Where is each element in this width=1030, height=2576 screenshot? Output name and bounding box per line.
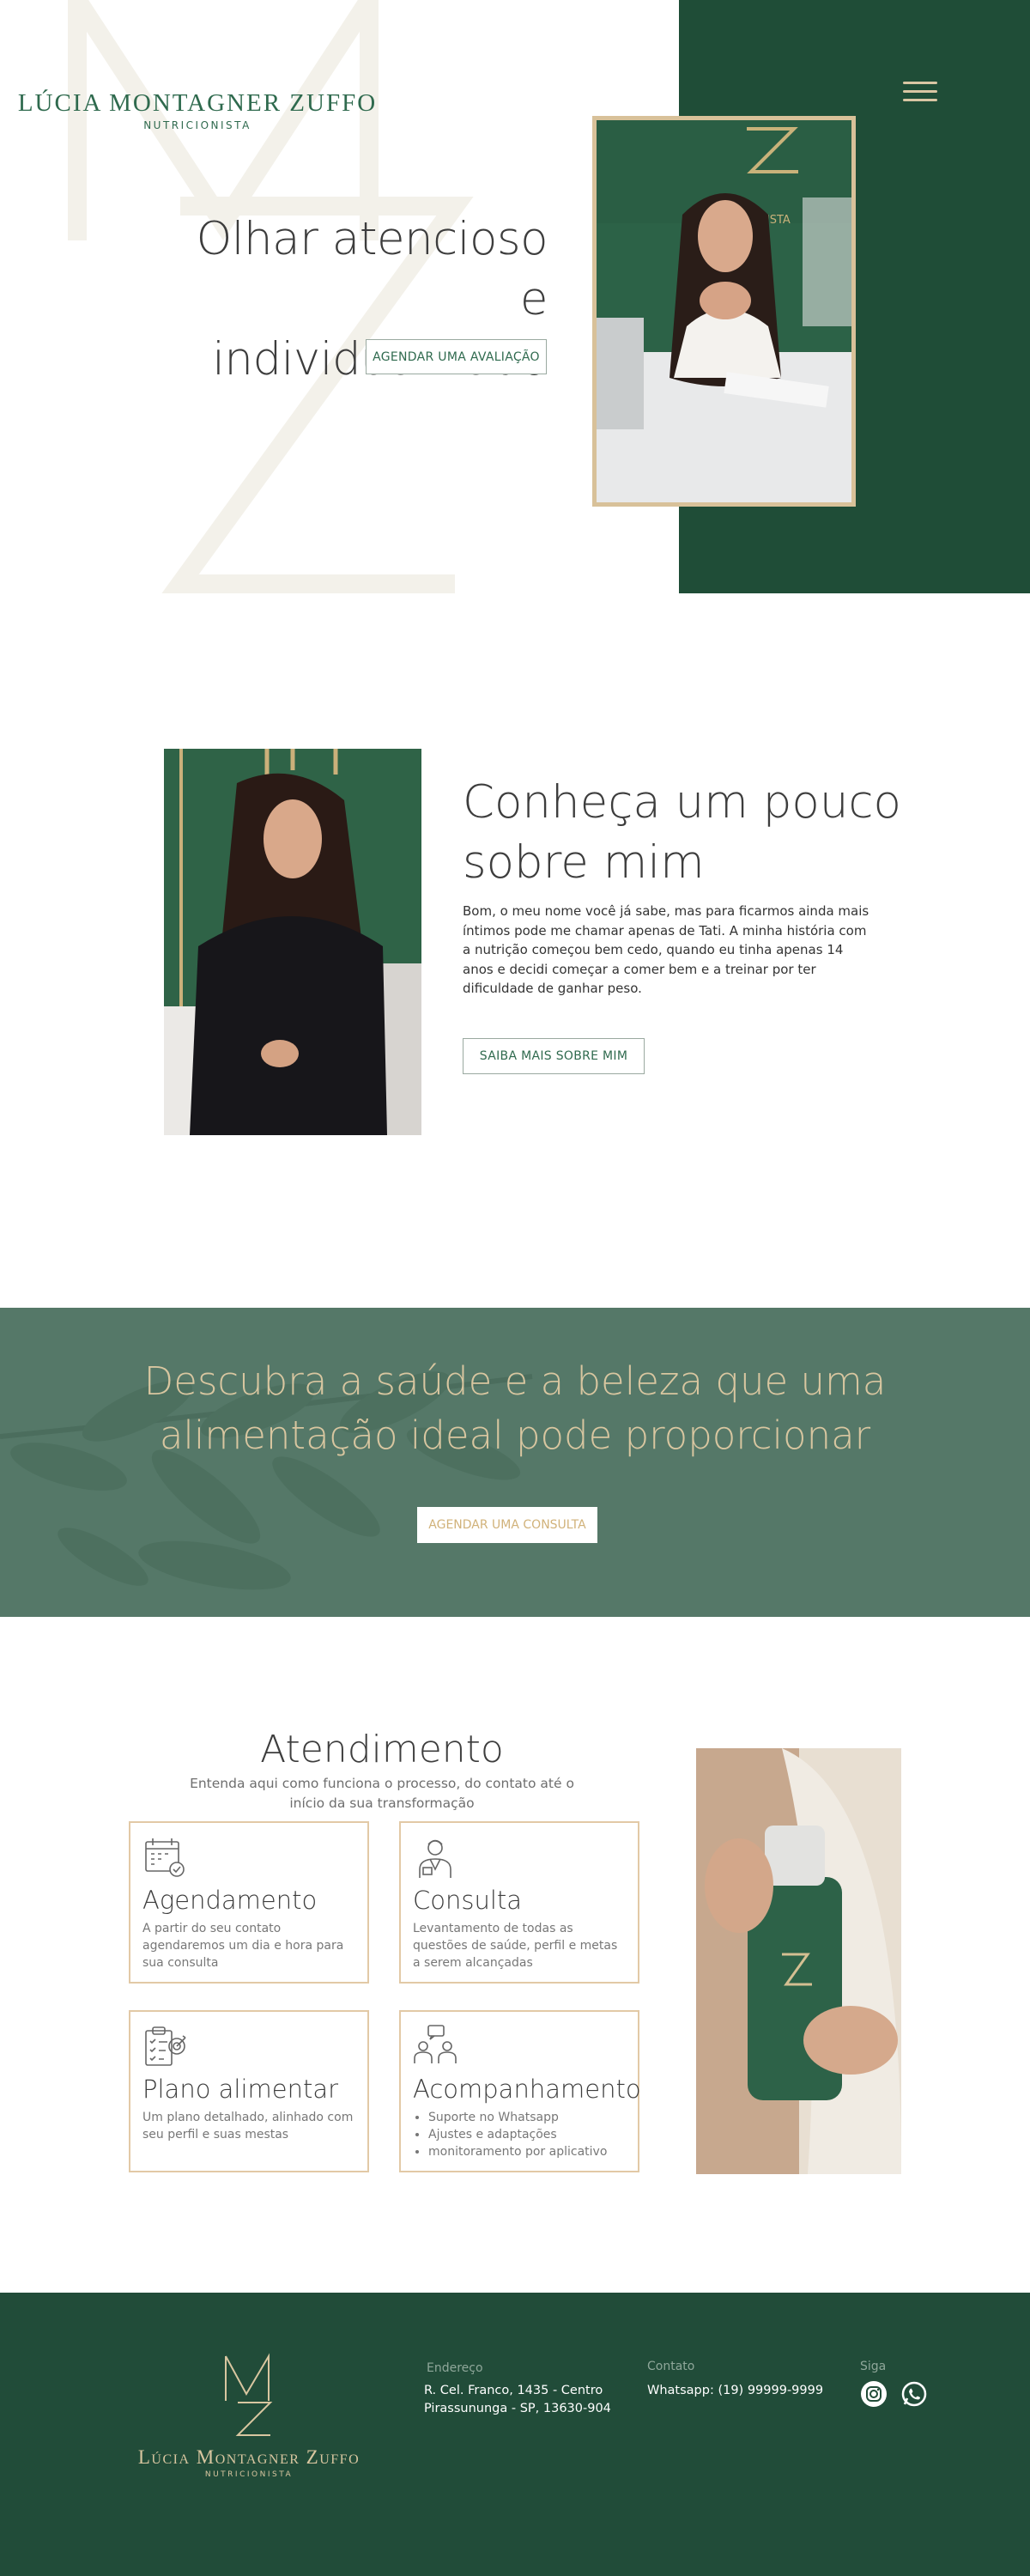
contact-whatsapp[interactable]: Whatsapp: (19) 99999-9999 [647, 2382, 823, 2400]
card-title: Plano alimentar [142, 2075, 339, 2104]
list-item: monitoramento por aplicativo [428, 2143, 626, 2160]
footer-brand-name: Lúcia Montagner Zuffo [137, 2446, 360, 2468]
banner-title: Descubra a saúde e a beleza que uma alim… [86, 1354, 944, 1462]
list-item: Ajustes e adaptações [428, 2126, 626, 2143]
about-more-button[interactable]: SAIBA MAIS SOBRE MIM [463, 1038, 645, 1074]
cta-banner: Descubra a saúde e a beleza que uma alim… [0, 1308, 1030, 1617]
brand-logo[interactable]: LÚCIA MONTAGNER ZUFFO NUTRICIONISTA [15, 89, 379, 131]
instagram-icon[interactable] [860, 2380, 888, 2408]
hero-section: LÚCIA MONTAGNER ZUFFO NUTRICIONISTA Olha… [0, 0, 1030, 601]
about-title: Conheça um pouco sobre mim [463, 773, 943, 893]
card-text: A partir do seu contato agendaremos um d… [142, 1922, 344, 1970]
banner-title-line1: Descubra a saúde e a beleza que uma [143, 1358, 887, 1404]
contact-label: Contato [647, 2360, 695, 2373]
hero-title-line1: Olhar atencioso [196, 213, 548, 265]
card-title: Acompanhamento [413, 2075, 641, 2104]
whatsapp-icon[interactable] [900, 2380, 928, 2408]
card-list: Suporte no Whatsapp Ajustes e adaptações… [413, 2109, 626, 2160]
monogram-icon [225, 2353, 273, 2436]
chat-people-icon [414, 2025, 457, 2063]
footer-logo[interactable]: Lúcia Montagner Zuffo NUTRICIONISTA [112, 2353, 386, 2479]
atendimento-title: Atendimento [260, 1728, 504, 1771]
address-label: Endereço [427, 2361, 483, 2375]
schedule-evaluation-button[interactable]: AGENDAR UMA AVALIAÇÃO [366, 339, 547, 374]
schedule-consult-button[interactable]: AGENDAR UMA CONSULTA [417, 1507, 597, 1543]
list-item: Suporte no Whatsapp [428, 2109, 626, 2126]
doctor-icon [419, 1839, 451, 1878]
card-text: Levantamento de todas as questões de saú… [413, 1922, 618, 1970]
card-acompanhamento: Acompanhamento Suporte no Whatsapp Ajust… [399, 2010, 641, 2172]
follow-label: Siga [860, 2360, 887, 2373]
card-agendamento: Agendamento A partir do seu contato agen… [129, 1821, 369, 1984]
atendimento-subtitle: Entenda aqui como funciona o processo, d… [190, 1776, 574, 1811]
hero-photo: CIONISTA [592, 116, 856, 507]
card-text: Um plano detalhado, alinhado com seu per… [142, 2111, 354, 2142]
banner-title-line2: alimentação ideal pode proporcionar [159, 1413, 871, 1458]
brand-subtitle: NUTRICIONISTA [143, 119, 251, 131]
clipboard-target-icon [145, 2026, 186, 2066]
footer: Lúcia Montagner Zuffo NUTRICIONISTA Ende… [0, 2293, 1030, 2576]
menu-icon[interactable] [903, 82, 937, 106]
about-photo [164, 749, 421, 1135]
card-title: Agendamento [142, 1886, 318, 1915]
brand-name: LÚCIA MONTAGNER ZUFFO [17, 89, 378, 117]
about-title-line1: Conheça um pouco [463, 776, 901, 829]
about-title-line2: sobre mim [463, 836, 705, 889]
card-consulta: Consulta Levantamento de todas as questõ… [399, 1821, 639, 1984]
about-text: Bom, o meu nome você já sabe, mas para f… [463, 903, 869, 996]
address-line2: Pirassununga - SP, 13630-904 [424, 2402, 611, 2415]
card-title: Consulta [413, 1886, 523, 1915]
footer-brand-subtitle: NUTRICIONISTA [204, 2470, 294, 2479]
atendimento-photo [696, 1748, 901, 2174]
calendar-icon [145, 1838, 185, 1877]
address-line1: R. Cel. Franco, 1435 - Centro [424, 2384, 603, 2397]
card-plano-alimentar: Plano alimentar Um plano detalhado, alin… [129, 2010, 369, 2172]
